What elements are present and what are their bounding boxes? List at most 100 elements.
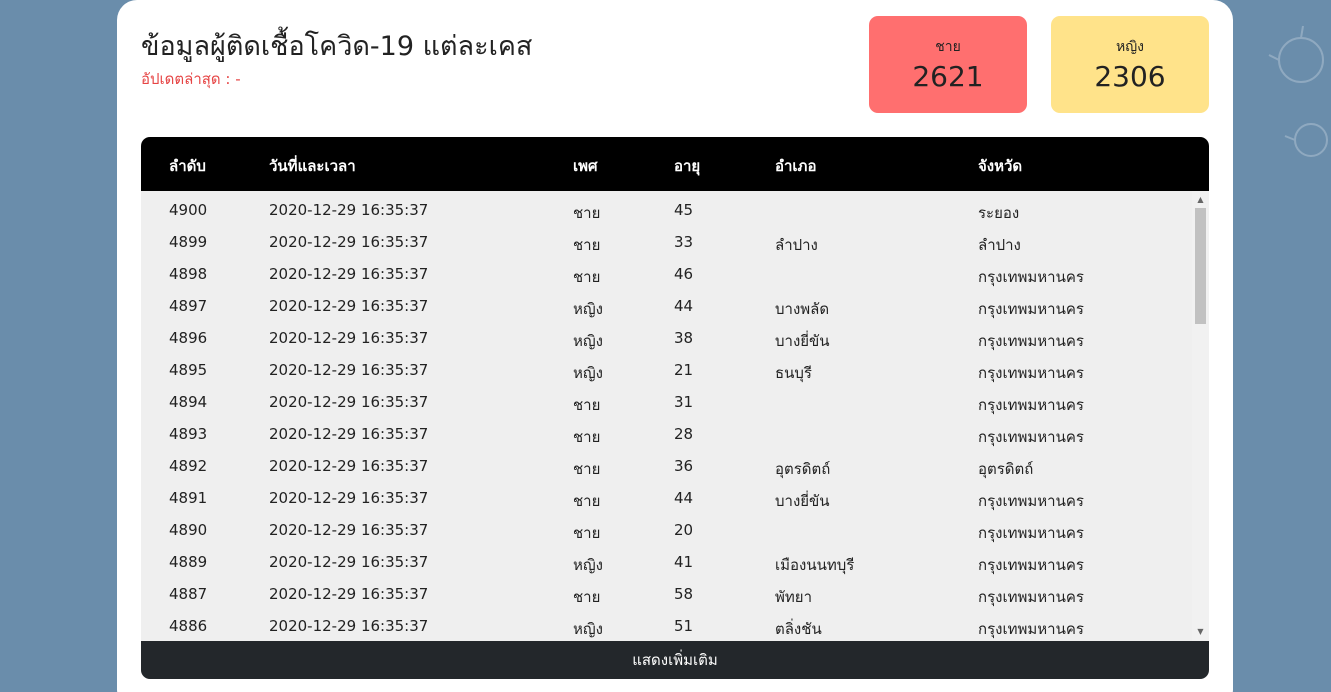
table-row: 4900 2020-12-29 16:35:37 ชาย 45 ระยอง — [141, 191, 1191, 223]
cell-number: 4889 — [169, 553, 208, 571]
cell-district: ลำปาง — [775, 236, 818, 254]
female-label: หญิง — [1116, 39, 1144, 55]
cell-province: ระยอง — [978, 204, 1020, 222]
cell-sex: หญิง — [573, 620, 603, 638]
table-header: ลำดับ วันที่และเวลา เพศ อายุ อำเภอ จังหว… — [141, 137, 1209, 191]
cell-datetime: 2020-12-29 16:35:37 — [269, 233, 429, 251]
cell-age: 51 — [674, 617, 694, 635]
table-row: 4890 2020-12-29 16:35:37 ชาย 20 กรุงเทพมหานค… — [141, 511, 1191, 543]
cell-sex: ชาย — [573, 588, 601, 606]
cell-district: บางพลัด — [775, 300, 830, 318]
cell-province: กรุงเทพมหานคร — [978, 300, 1084, 318]
cell-datetime: 2020-12-29 16:35:37 — [269, 617, 429, 635]
cell-age: 20 — [674, 521, 694, 539]
table-row: 4895 2020-12-29 16:35:37 หญิง 21 ธนบุรี กรุงเ… — [141, 351, 1191, 383]
cell-district: ตลิ่งชัน — [775, 620, 822, 638]
cell-datetime: 2020-12-29 16:35:37 — [269, 553, 429, 571]
cell-sex: หญิง — [573, 364, 603, 382]
cell-datetime: 2020-12-29 16:35:37 — [269, 425, 429, 443]
cell-age: 21 — [674, 361, 694, 379]
table-row: 4893 2020-12-29 16:35:37 ชาย 28 กรุงเทพมหานค… — [141, 415, 1191, 447]
cell-sex: หญิง — [573, 332, 603, 350]
table-row: 4889 2020-12-29 16:35:37 หญิง 41 เมืองนนทบุร… — [141, 543, 1191, 575]
cell-province: กรุงเทพมหานคร — [978, 524, 1084, 542]
cell-district: เมืองนนทบุรี — [775, 556, 855, 574]
table-row: 4896 2020-12-29 16:35:37 หญิง 38 บางยี่ขัน กร… — [141, 319, 1191, 351]
cases-table: ลำดับ วันที่และเวลา เพศ อายุ อำเภอ จังหว… — [141, 137, 1209, 679]
cell-sex: ชาย — [573, 492, 601, 510]
cell-age: 28 — [674, 425, 694, 443]
table-body[interactable]: 4886 2020-12-29 16:35:37 หญิง 51 ตลิ่งชัน กรุ… — [141, 191, 1209, 641]
column-header-province[interactable]: จังหวัด — [978, 154, 1022, 178]
male-count-card: ชาย 2621 — [869, 16, 1027, 113]
cell-age: 45 — [674, 201, 694, 219]
cell-number: 4890 — [169, 521, 208, 539]
show-more-button[interactable]: แสดงเพิ่มเติม — [141, 641, 1209, 679]
cell-sex: หญิง — [573, 300, 603, 318]
male-count: 2621 — [912, 60, 984, 93]
female-count: 2306 — [1094, 60, 1166, 93]
cell-province: กรุงเทพมหานคร — [978, 620, 1084, 638]
cell-sex: ชาย — [573, 396, 601, 414]
cell-province: อุตรดิตถ์ — [978, 460, 1034, 478]
cell-datetime: 2020-12-29 16:35:37 — [269, 297, 429, 315]
cell-datetime: 2020-12-29 16:35:37 — [269, 201, 429, 219]
last-updated-text: อัปเดตล่าสุด : - — [141, 70, 241, 88]
scroll-down-arrow-icon[interactable]: ▼ — [1192, 625, 1209, 639]
cell-province: กรุงเทพมหานคร — [978, 364, 1084, 382]
cell-datetime: 2020-12-29 16:35:37 — [269, 393, 429, 411]
cell-district: พัทยา — [775, 588, 812, 606]
cell-district: อุตรดิตถ์ — [775, 460, 831, 478]
cell-number: 4892 — [169, 457, 208, 475]
cell-age: 38 — [674, 329, 694, 347]
cell-number: 4887 — [169, 585, 208, 603]
cell-age: 58 — [674, 585, 694, 603]
table-row: 4886 2020-12-29 16:35:37 หญิง 51 ตลิ่งชัน กรุ… — [141, 607, 1191, 639]
cell-sex: ชาย — [573, 204, 601, 222]
table-row: 4897 2020-12-29 16:35:37 หญิง 44 บางพลัด กรุง… — [141, 287, 1191, 319]
cell-number: 4895 — [169, 361, 208, 379]
cell-number: 4891 — [169, 489, 208, 507]
scrollbar-thumb[interactable] — [1195, 208, 1206, 324]
table-scrollbar[interactable]: ▲ ▼ — [1192, 191, 1209, 641]
cell-datetime: 2020-12-29 16:35:37 — [269, 521, 429, 539]
cell-province: ลำปาง — [978, 236, 1021, 254]
cell-datetime: 2020-12-29 16:35:37 — [269, 585, 429, 603]
cell-age: 41 — [674, 553, 694, 571]
column-header-district[interactable]: อำเภอ — [775, 154, 816, 178]
cell-number: 4893 — [169, 425, 208, 443]
cell-sex: หญิง — [573, 556, 603, 574]
table-row: 4899 2020-12-29 16:35:37 ชาย 33 ลำปาง ลำปาง — [141, 223, 1191, 255]
cell-province: กรุงเทพมหานคร — [978, 396, 1084, 414]
cell-number: 4886 — [169, 617, 208, 635]
table-row: 4898 2020-12-29 16:35:37 ชาย 46 กรุงเทพมหานค… — [141, 255, 1191, 287]
cell-sex: ชาย — [573, 268, 601, 286]
column-header-number[interactable]: ลำดับ — [169, 154, 206, 178]
cell-province: กรุงเทพมหานคร — [978, 588, 1084, 606]
cell-sex: ชาย — [573, 236, 601, 254]
cell-district: บางยี่ขัน — [775, 492, 830, 510]
column-header-sex[interactable]: เพศ — [573, 154, 598, 178]
page-title: ข้อมูลผู้ติดเชื้อโควิด-19 แต่ละเคส — [141, 31, 533, 62]
cell-age: 44 — [674, 297, 694, 315]
female-count-card: หญิง 2306 — [1051, 16, 1209, 113]
cell-age: 46 — [674, 265, 694, 283]
cell-age: 31 — [674, 393, 694, 411]
cell-province: กรุงเทพมหานคร — [978, 556, 1084, 574]
cell-age: 44 — [674, 489, 694, 507]
column-header-age[interactable]: อายุ — [674, 154, 700, 178]
cell-datetime: 2020-12-29 16:35:37 — [269, 329, 429, 347]
scroll-up-arrow-icon[interactable]: ▲ — [1192, 193, 1209, 207]
cell-sex: ชาย — [573, 524, 601, 542]
cell-district: ธนบุรี — [775, 364, 812, 382]
cell-datetime: 2020-12-29 16:35:37 — [269, 265, 429, 283]
table-row: 4887 2020-12-29 16:35:37 ชาย 58 พัทยา กรุงเทพ… — [141, 575, 1191, 607]
cell-number: 4894 — [169, 393, 208, 411]
cell-age: 36 — [674, 457, 694, 475]
column-header-datetime[interactable]: วันที่และเวลา — [269, 154, 356, 178]
cell-province: กรุงเทพมหานคร — [978, 428, 1084, 446]
cell-number: 4897 — [169, 297, 208, 315]
cell-sex: ชาย — [573, 460, 601, 478]
cell-number: 4899 — [169, 233, 208, 251]
cell-district: บางยี่ขัน — [775, 332, 830, 350]
